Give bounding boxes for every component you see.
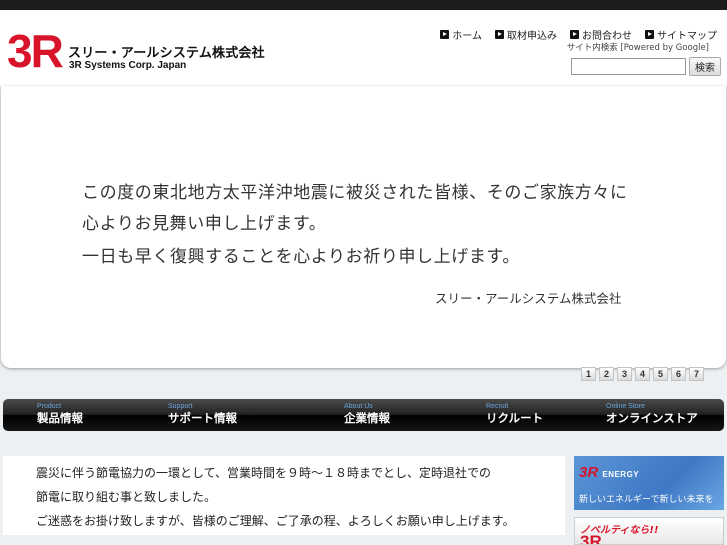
pager-button[interactable]: 1 [581,367,596,381]
notice-line: 震災に伴う節電協力の一環として、営業時間を９時〜１８時までとし、定時退社での [36,466,492,480]
novelty-banner[interactable]: ノベルティなら!! 3R [574,517,724,545]
gnav-recruit-label: リクルート [486,411,544,425]
nav-press-link[interactable]: 取材申込み [495,27,557,42]
hero-message-line: この度の東北地方太平洋沖地震に被災された皆様、そのご家族方々に [82,183,628,203]
pager-button[interactable]: 7 [689,367,704,381]
gnav-recruit[interactable]: Recruit リクルート [486,403,543,426]
gnav-recruit-en: Recruit [486,403,509,410]
company-logo[interactable]: 3R [7,27,63,73]
gnav-product-en: Product [37,403,62,410]
energy-banner[interactable]: 3R ENERGY 新しいエネルギーで新しい未来を [574,456,724,510]
novelty-banner-logo: 3R [580,532,602,545]
gnav-support-label: サポート情報 [168,411,237,425]
hero-message-line: 心よりお見舞い申し上げます。 [82,214,327,234]
pager-button[interactable]: 4 [635,367,650,381]
nav-sitemap-label: サイトマップ [657,31,717,42]
search-label: サイト内検索 [Powered by Google] [566,43,709,53]
pager-button[interactable]: 6 [671,367,686,381]
notice-line: 節電に取り組む事と致しました。 [36,490,217,504]
nav-contact-link[interactable]: お問合わせ [570,27,632,42]
nav-press-label: 取材申込み [507,31,557,42]
energy-banner-logo: 3R ENERGY [579,464,639,481]
hero-message-panel: この度の東北地方太平洋沖地震に被災された皆様、そのご家族方々に 心よりお見舞い申… [1,86,726,368]
energy-banner-mark: 3R [579,464,599,481]
hero-message-line: 一日も早く復興することを心よりお祈り申し上げます。 [82,247,520,267]
arrow-square-icon [495,30,504,39]
nav-home-link[interactable]: ホーム [440,27,482,42]
gnav-product-label: 製品情報 [37,411,83,425]
pager-button[interactable]: 2 [599,367,614,381]
energy-banner-text: 新しいエネルギーで新しい未来を [579,495,714,505]
gnav-about-en: About Us [344,403,373,410]
gnav-support[interactable]: Support サポート情報 [168,403,237,426]
hero-signature: スリー・アールシステム株式会社 [435,291,622,306]
notice-box: 震災に伴う節電協力の一環として、営業時間を９時〜１８時までとし、定時退社での 節… [3,456,565,535]
company-name-english: 3R Systems Corp. Japan [69,60,187,71]
slide-pager: 1 2 3 4 5 6 7 [581,367,704,381]
top-bar [0,0,727,10]
global-nav: Product 製品情報 Support サポート情報 About Us 企業情… [3,399,724,431]
gnav-store-en: Online Store [606,403,645,410]
search-button[interactable]: 検索 [689,57,721,76]
gnav-store[interactable]: Online Store オンラインストア [606,403,698,426]
arrow-square-icon [440,30,450,39]
arrow-square-icon [570,30,579,39]
notice-line: ご迷惑をお掛け致しますが、皆様のご理解、ご了承の程、よろしくお願い申し上げます。 [36,514,515,528]
nav-contact-label: お問合わせ [582,31,632,42]
logo-mark: 3R [7,27,63,73]
gnav-about-label: 企業情報 [344,411,390,425]
nav-home-label: ホーム [452,31,482,42]
company-name: スリー・アールシステム株式会社 [68,46,265,61]
search-input[interactable] [571,58,686,75]
energy-banner-word: ENERGY [602,470,640,479]
gnav-store-label: オンラインストア [606,411,698,425]
gnav-product[interactable]: Product 製品情報 [37,403,83,426]
gnav-support-en: Support [168,403,193,410]
gnav-about[interactable]: About Us 企業情報 [344,403,390,426]
pager-button[interactable]: 3 [617,367,632,381]
arrow-square-icon [645,30,654,39]
pager-button[interactable]: 5 [653,367,668,381]
nav-sitemap-link[interactable]: サイトマップ [645,27,717,42]
utility-nav: ホーム 取材申込み お問合わせ サイトマップ [440,27,717,42]
